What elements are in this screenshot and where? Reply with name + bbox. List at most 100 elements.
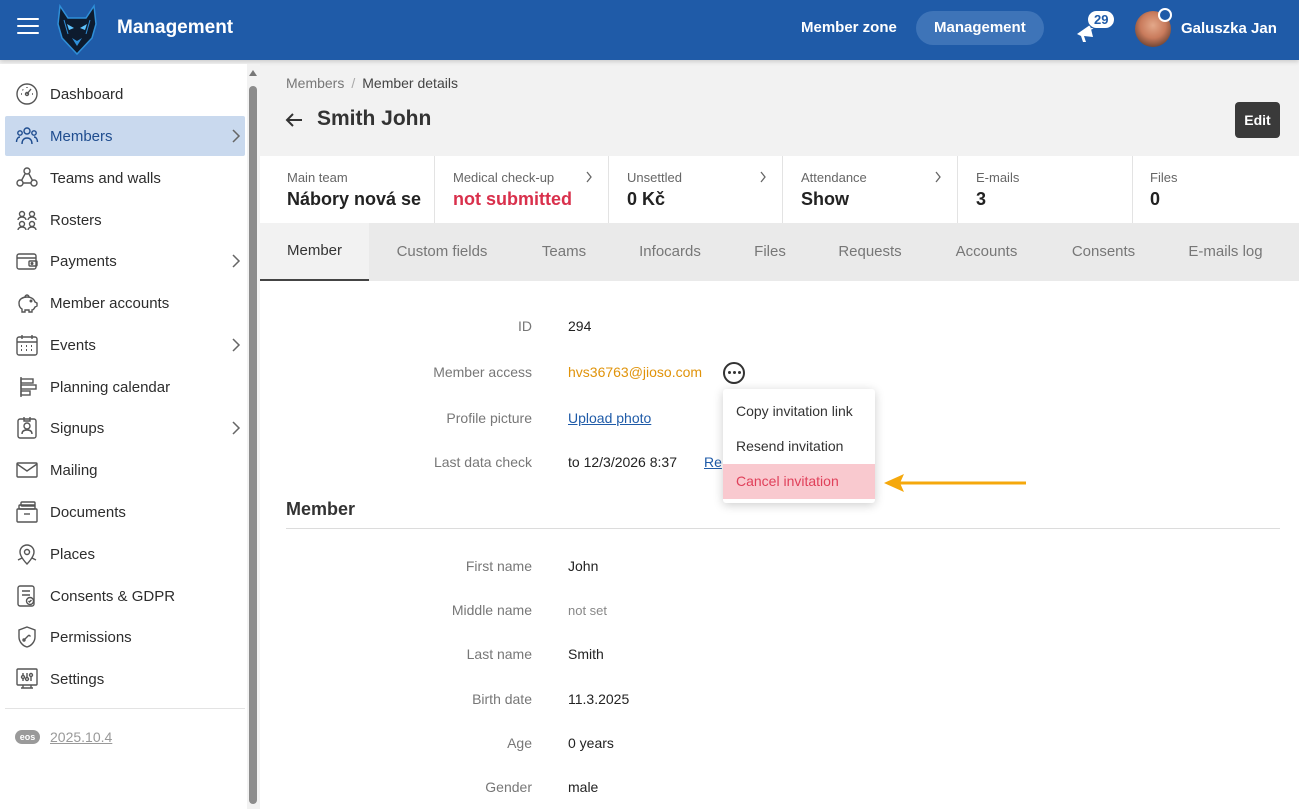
sidebar: Dashboard Members Teams and walls Roster… <box>0 64 260 809</box>
gender-value: male <box>568 779 599 795</box>
sidebar-item-members[interactable]: Members <box>5 116 245 156</box>
sidebar-item-dashboard[interactable]: Dashboard <box>5 74 245 114</box>
recheck-link[interactable]: Re <box>704 454 722 470</box>
stat-label: Attendance <box>801 170 867 185</box>
dashboard-icon <box>16 83 38 105</box>
edit-button[interactable]: Edit <box>1235 102 1280 138</box>
tab-files[interactable]: Files <box>737 223 803 281</box>
rosters-icon <box>17 210 37 231</box>
stat-label: Unsettled <box>627 170 682 185</box>
app-title: Management <box>117 17 234 38</box>
sidebar-item-teams[interactable]: Teams and walls <box>5 158 245 198</box>
sidebar-item-label: Events <box>50 336 96 354</box>
stat-main-team: Main team Nábory nová se <box>260 156 435 223</box>
wolf-logo-icon <box>57 4 97 56</box>
payments-icon <box>16 253 38 270</box>
middle-name-label: Middle name <box>451 602 532 618</box>
nav-management[interactable]: Management <box>916 11 1044 45</box>
notifications-button[interactable]: 29 <box>1072 10 1116 46</box>
sidebar-item-label: Rosters <box>50 211 102 229</box>
sidebar-item-label: Payments <box>50 252 117 270</box>
consents-icon <box>17 585 35 607</box>
teams-icon <box>16 167 38 187</box>
signups-icon <box>17 417 37 439</box>
cancel-invitation-item[interactable]: Cancel invitation <box>723 464 875 499</box>
mail-icon <box>16 462 38 478</box>
last-name-label: Last name <box>466 646 532 662</box>
documents-icon <box>16 501 38 523</box>
sidebar-item-label: Members <box>50 127 113 145</box>
piggy-bank-icon <box>18 294 38 313</box>
stat-value: 0 <box>1150 189 1161 209</box>
version-link[interactable]: eos 2025.10.4 <box>15 729 112 745</box>
last-name-value: Smith <box>568 646 604 662</box>
sidebar-item-label: Mailing <box>50 461 98 479</box>
sidebar-item-member-accounts[interactable]: Member accounts <box>5 283 245 323</box>
member-details-panel: ID 294 Member access hvs36763@jioso.com … <box>260 281 1299 809</box>
stat-label: Medical check-up <box>453 170 555 185</box>
copy-invitation-link-item[interactable]: Copy invitation link <box>723 394 875 429</box>
back-arrow-icon[interactable] <box>284 110 304 130</box>
nav-member-zone[interactable]: Member zone <box>785 11 913 45</box>
top-bar: Management Member zone Management 29 Gal… <box>0 0 1299 60</box>
sidebar-item-planning-calendar[interactable]: Planning calendar <box>5 367 245 407</box>
stat-medical-checkup[interactable]: Medical check-up not submitted <box>435 156 609 223</box>
tab-bar: Member Custom fields Teams Infocards Fil… <box>260 223 1299 281</box>
age-label: Age <box>507 735 532 751</box>
sidebar-item-events[interactable]: Events <box>5 325 245 365</box>
hamburger-menu-icon[interactable] <box>17 18 39 36</box>
sidebar-item-permissions[interactable]: Permissions <box>5 617 245 657</box>
sidebar-item-label: Places <box>50 545 96 563</box>
sidebar-item-label: Teams and walls <box>50 169 161 187</box>
stat-emails: E-mails 3 <box>958 156 1133 223</box>
user-name[interactable]: Galuszka Jan <box>1181 20 1277 37</box>
tab-accounts[interactable]: Accounts <box>940 223 1033 281</box>
stat-value: not submitted <box>453 189 572 209</box>
tab-infocards[interactable]: Infocards <box>626 223 714 281</box>
sidebar-item-documents[interactable]: Documents <box>5 492 245 532</box>
section-title-member: Member <box>286 499 356 519</box>
tab-consents[interactable]: Consents <box>1057 223 1150 281</box>
middle-name-value: not set <box>568 603 608 618</box>
tab-requests[interactable]: Requests <box>825 223 915 281</box>
sidebar-item-places[interactable]: Places <box>5 534 245 574</box>
sidebar-item-label: Signups <box>50 419 105 437</box>
stat-unsettled[interactable]: Unsettled 0 Kč <box>609 156 783 223</box>
eos-badge: eos <box>15 730 40 744</box>
upload-photo-link[interactable]: Upload photo <box>568 410 651 426</box>
sidebar-item-signups[interactable]: Signups <box>5 408 245 448</box>
stat-value: Show <box>801 189 849 209</box>
annotation-arrow-icon <box>884 474 1026 492</box>
section-divider <box>286 528 1280 529</box>
tab-member[interactable]: Member <box>260 223 369 281</box>
breadcrumb-members[interactable]: Members <box>286 75 344 91</box>
stat-attendance[interactable]: Attendance Show <box>783 156 958 223</box>
status-dot <box>1158 8 1172 22</box>
stat-value: 3 <box>976 189 987 209</box>
sidebar-item-mailing[interactable]: Mailing <box>5 450 245 490</box>
tab-emails-log[interactable]: E-mails log <box>1174 223 1277 281</box>
more-options-icon[interactable] <box>723 362 745 384</box>
sidebar-item-consents[interactable]: Consents & GDPR <box>5 576 245 616</box>
tab-custom-fields[interactable]: Custom fields <box>380 223 504 281</box>
sidebar-item-label: Permissions <box>50 628 132 646</box>
stat-label: Main team <box>287 170 348 185</box>
sidebar-scrollbar-thumb[interactable] <box>249 86 257 804</box>
chevron-right-icon <box>232 338 241 352</box>
member-access-label: Member access <box>433 364 532 380</box>
gender-label: Gender <box>485 779 532 795</box>
chevron-right-icon <box>232 129 241 143</box>
profile-picture-label: Profile picture <box>446 410 532 426</box>
sidebar-item-payments[interactable]: Payments <box>5 241 245 281</box>
resend-invitation-item[interactable]: Resend invitation <box>723 429 875 464</box>
sidebar-item-settings[interactable]: Settings <box>5 659 245 699</box>
tab-teams[interactable]: Teams <box>525 223 603 281</box>
places-icon <box>17 544 37 565</box>
chevron-right-icon <box>232 421 241 435</box>
scroll-up-icon[interactable] <box>249 70 257 76</box>
permissions-icon <box>18 626 36 648</box>
first-name-value: John <box>568 558 599 574</box>
notification-count-badge: 29 <box>1087 10 1116 29</box>
sidebar-item-rosters[interactable]: Rosters <box>5 200 245 240</box>
stat-value: 0 Kč <box>627 189 666 209</box>
